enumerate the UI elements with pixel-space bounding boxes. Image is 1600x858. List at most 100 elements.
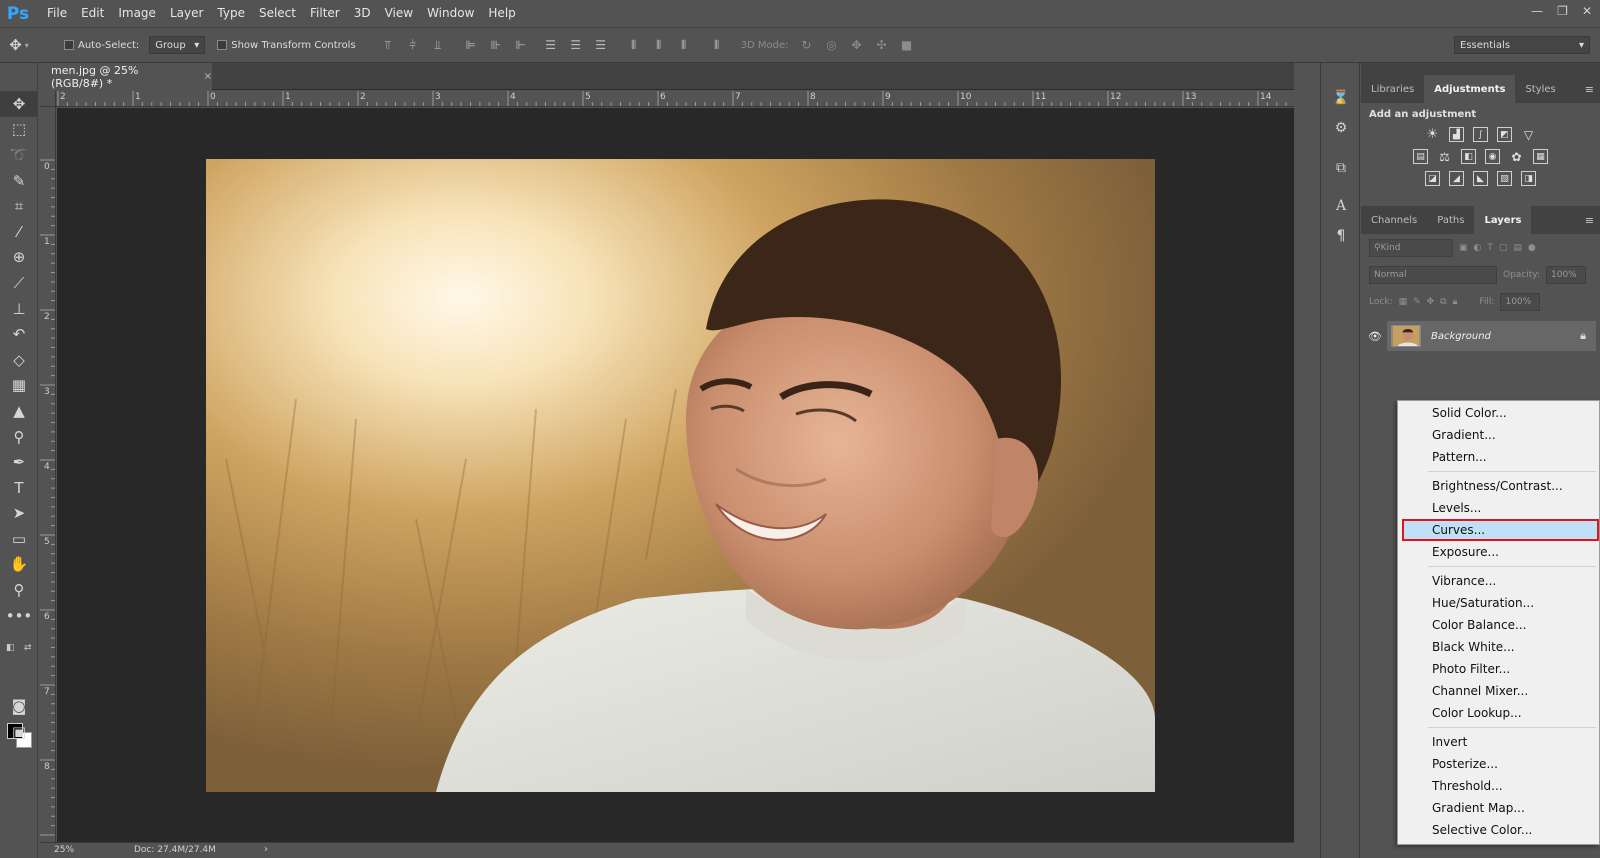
menu-item-black-white[interactable]: Black White... xyxy=(1398,636,1600,658)
visibility-eye-icon[interactable]: 👁︎ xyxy=(1363,330,1387,343)
filter-toggle-icon[interactable]: ● xyxy=(1528,243,1536,253)
levels-icon[interactable]: ▟ xyxy=(1449,127,1464,142)
panel-menu-icon[interactable]: ≡ xyxy=(1585,214,1594,227)
tab-libraries[interactable]: Libraries xyxy=(1361,75,1424,103)
distribute-right-icon[interactable]: ⦀ xyxy=(676,37,692,53)
filter-shape-icon[interactable]: ▢ xyxy=(1499,243,1508,253)
menu-help[interactable]: Help xyxy=(481,0,522,27)
auto-select-checkbox[interactable]: Auto-Select: xyxy=(64,40,139,51)
layer-name[interactable]: Background xyxy=(1431,331,1491,342)
menu-item-threshold[interactable]: Threshold... xyxy=(1398,775,1600,797)
layer-row-background[interactable]: 👁︎ Background 🔒︎ xyxy=(1363,321,1596,351)
menu-item-gradient[interactable]: Gradient... xyxy=(1398,424,1600,446)
shape-tool-icon[interactable]: ▭ xyxy=(0,526,38,552)
restore-icon[interactable]: ❐ xyxy=(1557,4,1568,18)
black-white-icon[interactable]: ◧ xyxy=(1461,149,1476,164)
distribute-bottom-icon[interactable]: ☰ xyxy=(593,37,609,53)
layer-kind-filter[interactable]: ⚲ Kind xyxy=(1369,238,1453,257)
distribute-top-icon[interactable]: ☰ xyxy=(543,37,559,53)
show-transform-box[interactable] xyxy=(217,40,228,50)
dodge-tool-icon[interactable]: ⚲ xyxy=(0,424,38,450)
layer-item[interactable]: Background 🔒︎ xyxy=(1387,321,1596,351)
menu-item-selective-color[interactable]: Selective Color... xyxy=(1398,819,1600,841)
distribute-vcenter-icon[interactable]: ☰ xyxy=(568,37,584,53)
fill-input[interactable]: 100% xyxy=(1500,292,1541,311)
zoom-tool-icon[interactable]: ⚲ xyxy=(0,577,38,603)
eyedropper-tool-icon[interactable]: ⁄ xyxy=(0,219,38,245)
menu-select[interactable]: Select xyxy=(252,0,303,27)
3d-slide-icon[interactable]: ✣ xyxy=(874,37,890,53)
menu-item-color-lookup[interactable]: Color Lookup... xyxy=(1398,702,1600,724)
menu-item-solid-color[interactable]: Solid Color... xyxy=(1398,402,1600,424)
filter-adjustment-icon[interactable]: ◐ xyxy=(1474,243,1482,253)
move-tool-icon[interactable]: ✥ xyxy=(0,91,38,117)
brightness-contrast-icon[interactable]: ☀ xyxy=(1425,127,1440,142)
lock-artboard-icon[interactable]: ⧉ xyxy=(1440,297,1446,307)
menu-item-invert[interactable]: Invert xyxy=(1398,731,1600,753)
tab-styles[interactable]: Styles xyxy=(1515,75,1565,103)
quick-select-tool-icon[interactable]: ✎ xyxy=(0,168,38,194)
menu-3d[interactable]: 3D xyxy=(347,0,378,27)
threshold-icon[interactable]: ◣ xyxy=(1473,171,1488,186)
history-panel-icon[interactable]: ⌛ xyxy=(1321,83,1361,113)
default-colors-icon[interactable]: ◧ xyxy=(6,643,15,653)
show-transform-checkbox[interactable]: Show Transform Controls xyxy=(217,40,356,51)
pen-tool-icon[interactable]: ✒ xyxy=(0,449,38,475)
distribute-hcenter-icon[interactable]: ⦀ xyxy=(651,37,667,53)
menu-item-curves[interactable]: Curves... xyxy=(1402,519,1599,541)
menu-item-exposure[interactable]: Exposure... xyxy=(1398,541,1600,563)
invert-icon[interactable]: ◪ xyxy=(1425,171,1440,186)
close-window-icon[interactable]: ✕ xyxy=(1582,4,1592,18)
lasso-tool-icon[interactable]: ➰ xyxy=(0,142,38,168)
menu-item-gradient-map[interactable]: Gradient Map... xyxy=(1398,797,1600,819)
crop-tool-icon[interactable]: ⌗ xyxy=(0,193,38,219)
path-select-tool-icon[interactable]: ➤ xyxy=(0,501,38,527)
minimize-icon[interactable]: — xyxy=(1531,4,1543,18)
zoom-level[interactable]: 25% xyxy=(54,845,74,855)
menu-item-levels[interactable]: Levels... xyxy=(1398,497,1600,519)
menu-type[interactable]: Type xyxy=(210,0,252,27)
lock-transparent-icon[interactable]: ▦ xyxy=(1399,297,1408,307)
auto-select-box[interactable] xyxy=(64,40,74,50)
menu-view[interactable]: View xyxy=(378,0,420,27)
align-top-icon[interactable]: ⫪ xyxy=(380,37,396,53)
menu-layer[interactable]: Layer xyxy=(163,0,210,27)
blur-tool-icon[interactable]: ▲ xyxy=(0,398,38,424)
panel-menu-icon[interactable]: ≡ xyxy=(1585,83,1594,96)
exposure-icon[interactable]: ◩ xyxy=(1497,127,1512,142)
menu-item-channel-mixer[interactable]: Channel Mixer... xyxy=(1398,680,1600,702)
channel-mixer-icon[interactable]: ✿ xyxy=(1509,149,1524,164)
3d-roll-icon[interactable]: ◎ xyxy=(824,37,840,53)
healing-brush-tool-icon[interactable]: ⊕ xyxy=(0,245,38,271)
screen-mode-icon[interactable]: ▣ xyxy=(0,719,38,745)
move-tool-preset-icon[interactable]: ✥ ▾ xyxy=(0,36,38,54)
menu-edit[interactable]: Edit xyxy=(74,0,111,27)
gradient-map-icon[interactable]: ▧ xyxy=(1497,171,1512,186)
properties-panel-icon[interactable]: ⚙ xyxy=(1321,113,1361,143)
lock-all-icon[interactable]: 🔒︎ xyxy=(1453,297,1458,307)
3d-scale-icon[interactable]: ■ xyxy=(899,37,915,53)
menu-filter[interactable]: Filter xyxy=(303,0,347,27)
curves-icon[interactable]: ∫ xyxy=(1473,127,1488,142)
menu-item-color-balance[interactable]: Color Balance... xyxy=(1398,614,1600,636)
align-bottom-icon[interactable]: ⫫ xyxy=(430,37,446,53)
character-panel-icon[interactable]: A xyxy=(1321,191,1361,221)
more-tools-icon[interactable]: ••• xyxy=(0,603,38,629)
posterize-icon[interactable]: ◢ xyxy=(1449,171,1464,186)
color-lookup-icon[interactable]: ▦ xyxy=(1533,149,1548,164)
align-left-icon[interactable]: ⊫ xyxy=(463,37,479,53)
menu-item-posterize[interactable]: Posterize... xyxy=(1398,753,1600,775)
lock-position-icon[interactable]: ✥ xyxy=(1427,297,1435,307)
menu-window[interactable]: Window xyxy=(420,0,481,27)
filter-smart-object-icon[interactable]: ▤ xyxy=(1513,243,1522,253)
history-brush-tool-icon[interactable]: ↶ xyxy=(0,321,38,347)
menu-item-hue-saturation[interactable]: Hue/Saturation... xyxy=(1398,592,1600,614)
menu-file[interactable]: File xyxy=(40,0,74,27)
type-tool-icon[interactable]: T xyxy=(0,475,38,501)
workspace-dropdown[interactable]: Essentials ▾ xyxy=(1454,36,1590,54)
document-tab[interactable]: men.jpg @ 25% (RGB/8#) * × xyxy=(40,63,212,90)
status-menu-arrow-icon[interactable]: › xyxy=(264,844,268,855)
3d-pan-icon[interactable]: ✥ xyxy=(849,37,865,53)
brush-tool-icon[interactable]: ⟋ xyxy=(0,270,38,296)
3d-orbit-icon[interactable]: ↻ xyxy=(799,37,815,53)
